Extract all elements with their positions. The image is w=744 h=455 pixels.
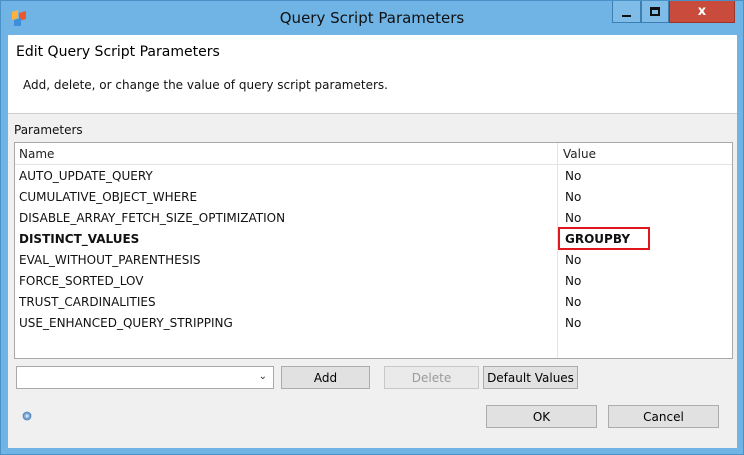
param-name: EVAL_WITHOUT_PARENTHESIS [19,253,201,267]
table-row[interactable]: FORCE_SORTED_LOV No [15,271,732,292]
table-row-selected[interactable]: DISTINCT_VALUES GROUPBY [15,227,732,250]
dialog-heading: Edit Query Script Parameters [16,44,220,60]
parameter-combo-box[interactable]: ⌄ [16,366,274,389]
table-row[interactable]: TRUST_CARDINALITIES No [15,292,732,313]
default-values-button[interactable]: Default Values [483,366,578,389]
table-row[interactable]: CUMULATIVE_OBJECT_WHERE No [15,187,732,208]
param-value[interactable]: No [565,253,581,267]
param-name: DISABLE_ARRAY_FETCH_SIZE_OPTIMIZATION [19,211,286,225]
maximize-icon [650,7,660,16]
param-value[interactable]: No [565,211,581,225]
param-value[interactable]: No [565,169,581,183]
maximize-button[interactable] [641,1,669,23]
column-header-name[interactable]: Name [19,147,54,161]
param-value[interactable]: No [565,274,581,288]
table-row[interactable]: DISABLE_ARRAY_FETCH_SIZE_OPTIMIZATION No [15,208,732,229]
parameters-table[interactable]: Name Value AUTO_UPDATE_QUERY No CUMULATI… [14,142,733,359]
cancel-button[interactable]: Cancel [608,405,719,428]
dialog-client-area: Edit Query Script Parameters Add, delete… [8,35,737,448]
table-row[interactable]: EVAL_WITHOUT_PARENTHESIS No [15,250,732,271]
param-name: DISTINCT_VALUES [19,232,140,246]
param-value[interactable]: GROUPBY [565,232,630,246]
minimize-icon [622,14,631,17]
dialog-description: Add, delete, or change the value of quer… [23,78,388,92]
param-name: AUTO_UPDATE_QUERY [19,169,153,183]
close-icon: x [697,4,707,19]
minimize-button[interactable] [612,1,641,23]
param-name: FORCE_SORTED_LOV [19,274,144,288]
add-button[interactable]: Add [281,366,370,389]
column-header-value[interactable]: Value [563,147,596,161]
table-row[interactable]: USE_ENHANCED_QUERY_STRIPPING No [15,313,732,334]
delete-button[interactable]: Delete [384,366,479,389]
help-icon[interactable] [22,411,32,421]
table-header: Name Value [15,143,732,165]
close-button[interactable]: x [669,1,735,23]
table-row[interactable]: AUTO_UPDATE_QUERY No [15,166,732,187]
parameters-label: Parameters [14,123,83,137]
param-value[interactable]: No [565,295,581,309]
param-value[interactable]: No [565,316,581,330]
title-bar[interactable]: Query Script Parameters x [1,1,743,35]
dialog-header: Edit Query Script Parameters Add, delete… [8,35,737,114]
param-name: TRUST_CARDINALITIES [19,295,156,309]
ok-button[interactable]: OK [486,405,597,428]
param-value[interactable]: No [565,190,581,204]
param-name: USE_ENHANCED_QUERY_STRIPPING [19,316,233,330]
param-name: CUMULATIVE_OBJECT_WHERE [19,190,198,204]
chevron-down-icon[interactable]: ⌄ [259,371,267,382]
dialog-window: Query Script Parameters x Edit Query Scr… [0,0,744,455]
